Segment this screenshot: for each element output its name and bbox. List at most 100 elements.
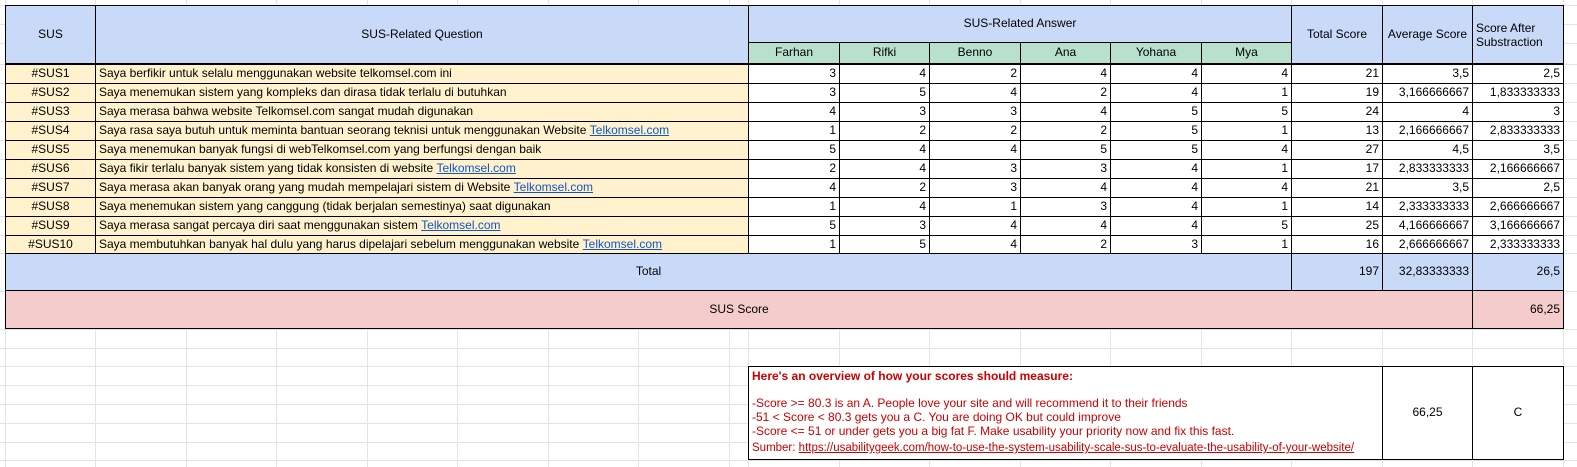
answer-yohana[interactable]: 5 <box>1110 121 1202 141</box>
question-cell[interactable]: Saya membutuhkan banyak hal dulu yang ha… <box>95 235 749 254</box>
answer-ana[interactable]: 5 <box>1020 140 1111 160</box>
row-score-after-substraction[interactable]: 2,5 <box>1472 64 1564 84</box>
answer-farhan[interactable]: 2 <box>748 159 840 179</box>
row-total-score[interactable]: 21 <box>1291 178 1383 198</box>
question-cell[interactable]: Saya menemukan sistem yang canggung (tid… <box>95 197 749 217</box>
header-average-score[interactable]: Average Score <box>1382 5 1473 64</box>
answer-rifki[interactable]: 3 <box>839 102 930 122</box>
row-average-score[interactable]: 3,166666667 <box>1382 83 1473 103</box>
answer-rifki[interactable]: 4 <box>839 159 930 179</box>
row-score-after-substraction[interactable]: 2,833333333 <box>1472 121 1564 141</box>
answer-benno[interactable]: 2 <box>929 64 1021 84</box>
answer-farhan[interactable]: 1 <box>748 121 840 141</box>
answer-rifki[interactable]: 2 <box>839 121 930 141</box>
answer-ana[interactable]: 4 <box>1020 64 1111 84</box>
answer-mya[interactable]: 4 <box>1201 140 1292 160</box>
answer-rifki[interactable]: 5 <box>839 83 930 103</box>
answer-farhan[interactable]: 5 <box>748 216 840 236</box>
total-average[interactable]: 32,83333333 <box>1382 253 1473 291</box>
row-average-score[interactable]: 3,5 <box>1382 178 1473 198</box>
answer-rifki[interactable]: 4 <box>839 64 930 84</box>
question-link[interactable]: Telkomsel.com <box>421 218 500 233</box>
question-cell[interactable]: Saya menemukan banyak fungsi di webTelko… <box>95 140 749 160</box>
row-score-after-substraction[interactable]: 3 <box>1472 102 1564 122</box>
answer-mya[interactable]: 1 <box>1201 197 1292 217</box>
question-link[interactable]: Telkomsel.com <box>514 180 593 195</box>
sus-id-cell[interactable]: #SUS4 <box>5 121 96 141</box>
answer-rifki[interactable]: 5 <box>839 235 930 254</box>
question-link[interactable]: Telkomsel.com <box>583 237 662 252</box>
answer-yohana[interactable]: 4 <box>1110 197 1202 217</box>
respondent-yohana[interactable]: Yohana <box>1110 42 1202 64</box>
answer-benno[interactable]: 3 <box>929 102 1021 122</box>
answer-yohana[interactable]: 4 <box>1110 216 1202 236</box>
answer-mya[interactable]: 1 <box>1201 83 1292 103</box>
answer-ana[interactable]: 2 <box>1020 235 1111 254</box>
answer-ana[interactable]: 4 <box>1020 216 1111 236</box>
respondent-ana[interactable]: Ana <box>1020 42 1111 64</box>
respondent-benno[interactable]: Benno <box>929 42 1021 64</box>
row-total-score[interactable]: 25 <box>1291 216 1383 236</box>
answer-benno[interactable]: 2 <box>929 121 1021 141</box>
row-score-after-substraction[interactable]: 2,333333333 <box>1472 235 1564 254</box>
row-average-score[interactable]: 2,166666667 <box>1382 121 1473 141</box>
row-score-after-substraction[interactable]: 2,666666667 <box>1472 197 1564 217</box>
answer-benno[interactable]: 4 <box>929 83 1021 103</box>
row-score-after-substraction[interactable]: 2,166666667 <box>1472 159 1564 179</box>
answer-benno[interactable]: 4 <box>929 235 1021 254</box>
sus-id-cell[interactable]: #SUS7 <box>5 178 96 198</box>
question-link[interactable]: Telkomsel.com <box>590 123 669 138</box>
row-total-score[interactable]: 19 <box>1291 83 1383 103</box>
answer-yohana[interactable]: 5 <box>1110 102 1202 122</box>
answer-farhan[interactable]: 3 <box>748 83 840 103</box>
respondent-farhan[interactable]: Farhan <box>748 42 840 64</box>
row-score-after-substraction[interactable]: 3,166666667 <box>1472 216 1564 236</box>
row-average-score[interactable]: 4,166666667 <box>1382 216 1473 236</box>
answer-mya[interactable]: 4 <box>1201 178 1292 198</box>
respondent-rifki[interactable]: Rifki <box>839 42 930 64</box>
sus-id-cell[interactable]: #SUS2 <box>5 83 96 103</box>
header-score-after-substraction[interactable]: Score After Substraction <box>1472 5 1564 64</box>
row-total-score[interactable]: 24 <box>1291 102 1383 122</box>
final-grade[interactable]: C <box>1472 366 1564 460</box>
answer-rifki[interactable]: 2 <box>839 178 930 198</box>
answer-benno[interactable]: 3 <box>929 178 1021 198</box>
header-question[interactable]: SUS-Related Question <box>95 5 749 64</box>
question-cell[interactable]: Saya menemukan sistem yang kompleks dan … <box>95 83 749 103</box>
answer-yohana[interactable]: 5 <box>1110 140 1202 160</box>
answer-mya[interactable]: 1 <box>1201 235 1292 254</box>
answer-mya[interactable]: 5 <box>1201 102 1292 122</box>
row-average-score[interactable]: 2,833333333 <box>1382 159 1473 179</box>
question-link[interactable]: Telkomsel.com <box>437 161 516 176</box>
grading-note[interactable]: Here's an overview of how your scores sh… <box>748 366 1383 460</box>
row-total-score[interactable]: 13 <box>1291 121 1383 141</box>
sus-id-cell[interactable]: #SUS10 <box>5 235 96 254</box>
total-label[interactable]: Total <box>5 253 1292 291</box>
question-cell[interactable]: Saya berfikir untuk selalu menggunakan w… <box>95 64 749 84</box>
total-after-substraction[interactable]: 26,5 <box>1472 253 1564 291</box>
answer-rifki[interactable]: 4 <box>839 140 930 160</box>
question-cell[interactable]: Saya merasa bahwa website Telkomsel.com … <box>95 102 749 122</box>
answer-rifki[interactable]: 4 <box>839 197 930 217</box>
source-link[interactable]: https://usabilitygeek.com/how-to-use-the… <box>799 442 1354 454</box>
row-score-after-substraction[interactable]: 1,833333333 <box>1472 83 1564 103</box>
question-cell[interactable]: Saya merasa sangat percaya diri saat men… <box>95 216 749 236</box>
answer-farhan[interactable]: 1 <box>748 235 840 254</box>
answer-benno[interactable]: 1 <box>929 197 1021 217</box>
row-average-score[interactable]: 2,333333333 <box>1382 197 1473 217</box>
answer-ana[interactable]: 3 <box>1020 159 1111 179</box>
sus-id-cell[interactable]: #SUS1 <box>5 64 96 84</box>
total-sum[interactable]: 197 <box>1291 253 1383 291</box>
answer-benno[interactable]: 4 <box>929 216 1021 236</box>
sus-id-cell[interactable]: #SUS9 <box>5 216 96 236</box>
row-total-score[interactable]: 17 <box>1291 159 1383 179</box>
answer-yohana[interactable]: 4 <box>1110 159 1202 179</box>
answer-ana[interactable]: 4 <box>1020 102 1111 122</box>
question-cell[interactable]: Saya merasa akan banyak orang yang mudah… <box>95 178 749 198</box>
row-total-score[interactable]: 14 <box>1291 197 1383 217</box>
answer-yohana[interactable]: 4 <box>1110 178 1202 198</box>
row-average-score[interactable]: 4 <box>1382 102 1473 122</box>
row-total-score[interactable]: 16 <box>1291 235 1383 254</box>
answer-ana[interactable]: 4 <box>1020 178 1111 198</box>
sus-score-label[interactable]: SUS Score <box>5 290 1473 329</box>
